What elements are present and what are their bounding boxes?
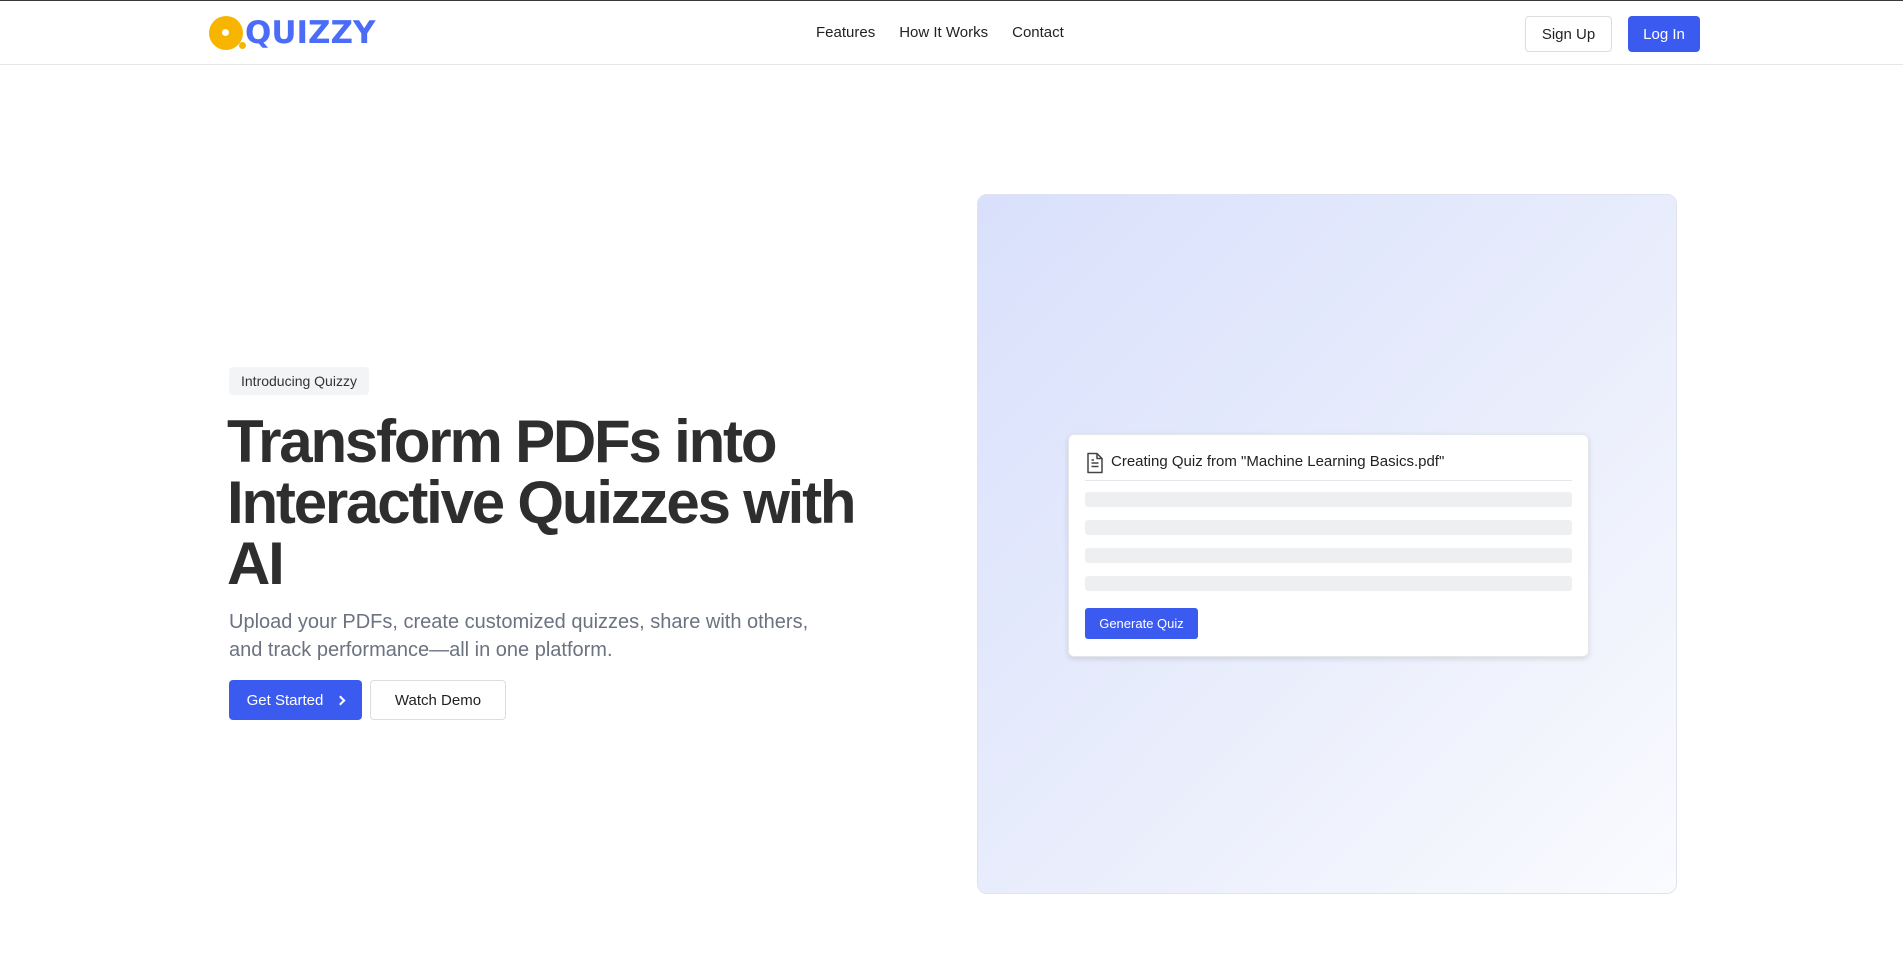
skeleton-line [1085,548,1572,563]
skeleton-line [1085,520,1572,535]
get-started-label: Get Started [246,691,324,709]
document-icon [1087,452,1103,474]
log-in-button[interactable]: Log In [1628,16,1700,52]
logo[interactable]: QUIZZY [209,15,375,51]
generate-quiz-button[interactable]: Generate Quiz [1085,608,1198,639]
hero-title: Transform PDFs into Interactive Quizzes … [227,408,857,597]
logo-mark-icon [209,16,243,50]
skeleton-line [1085,576,1572,591]
quiz-card-header: Creating Quiz from "Machine Learning Bas… [1085,451,1572,481]
sign-up-button[interactable]: Sign Up [1525,16,1612,52]
nav-link-how-it-works[interactable]: How It Works [899,23,988,43]
logo-mark-tail [239,42,246,49]
nav-links: Features How It Works Contact [816,23,1064,43]
quiz-preview-card: Creating Quiz from "Machine Learning Bas… [1068,434,1589,657]
get-started-button[interactable]: Get Started [229,680,362,720]
nav-link-features[interactable]: Features [816,23,875,43]
logo-wordmark: QUIZZY [245,15,376,51]
intro-badge: Introducing Quizzy [229,367,369,395]
preview-panel: Creating Quiz from "Machine Learning Bas… [977,194,1677,894]
hero-subtitle: Upload your PDFs, create customized quiz… [229,611,809,661]
quiz-card-title: Creating Quiz from "Machine Learning Bas… [1111,453,1445,470]
chevron-right-icon [335,695,346,705]
navbar: QUIZZY Features How It Works Contact Sig… [0,1,1903,65]
nav-link-contact[interactable]: Contact [1012,23,1064,43]
watch-demo-button[interactable]: Watch Demo [370,680,506,720]
skeleton-line [1085,492,1572,507]
